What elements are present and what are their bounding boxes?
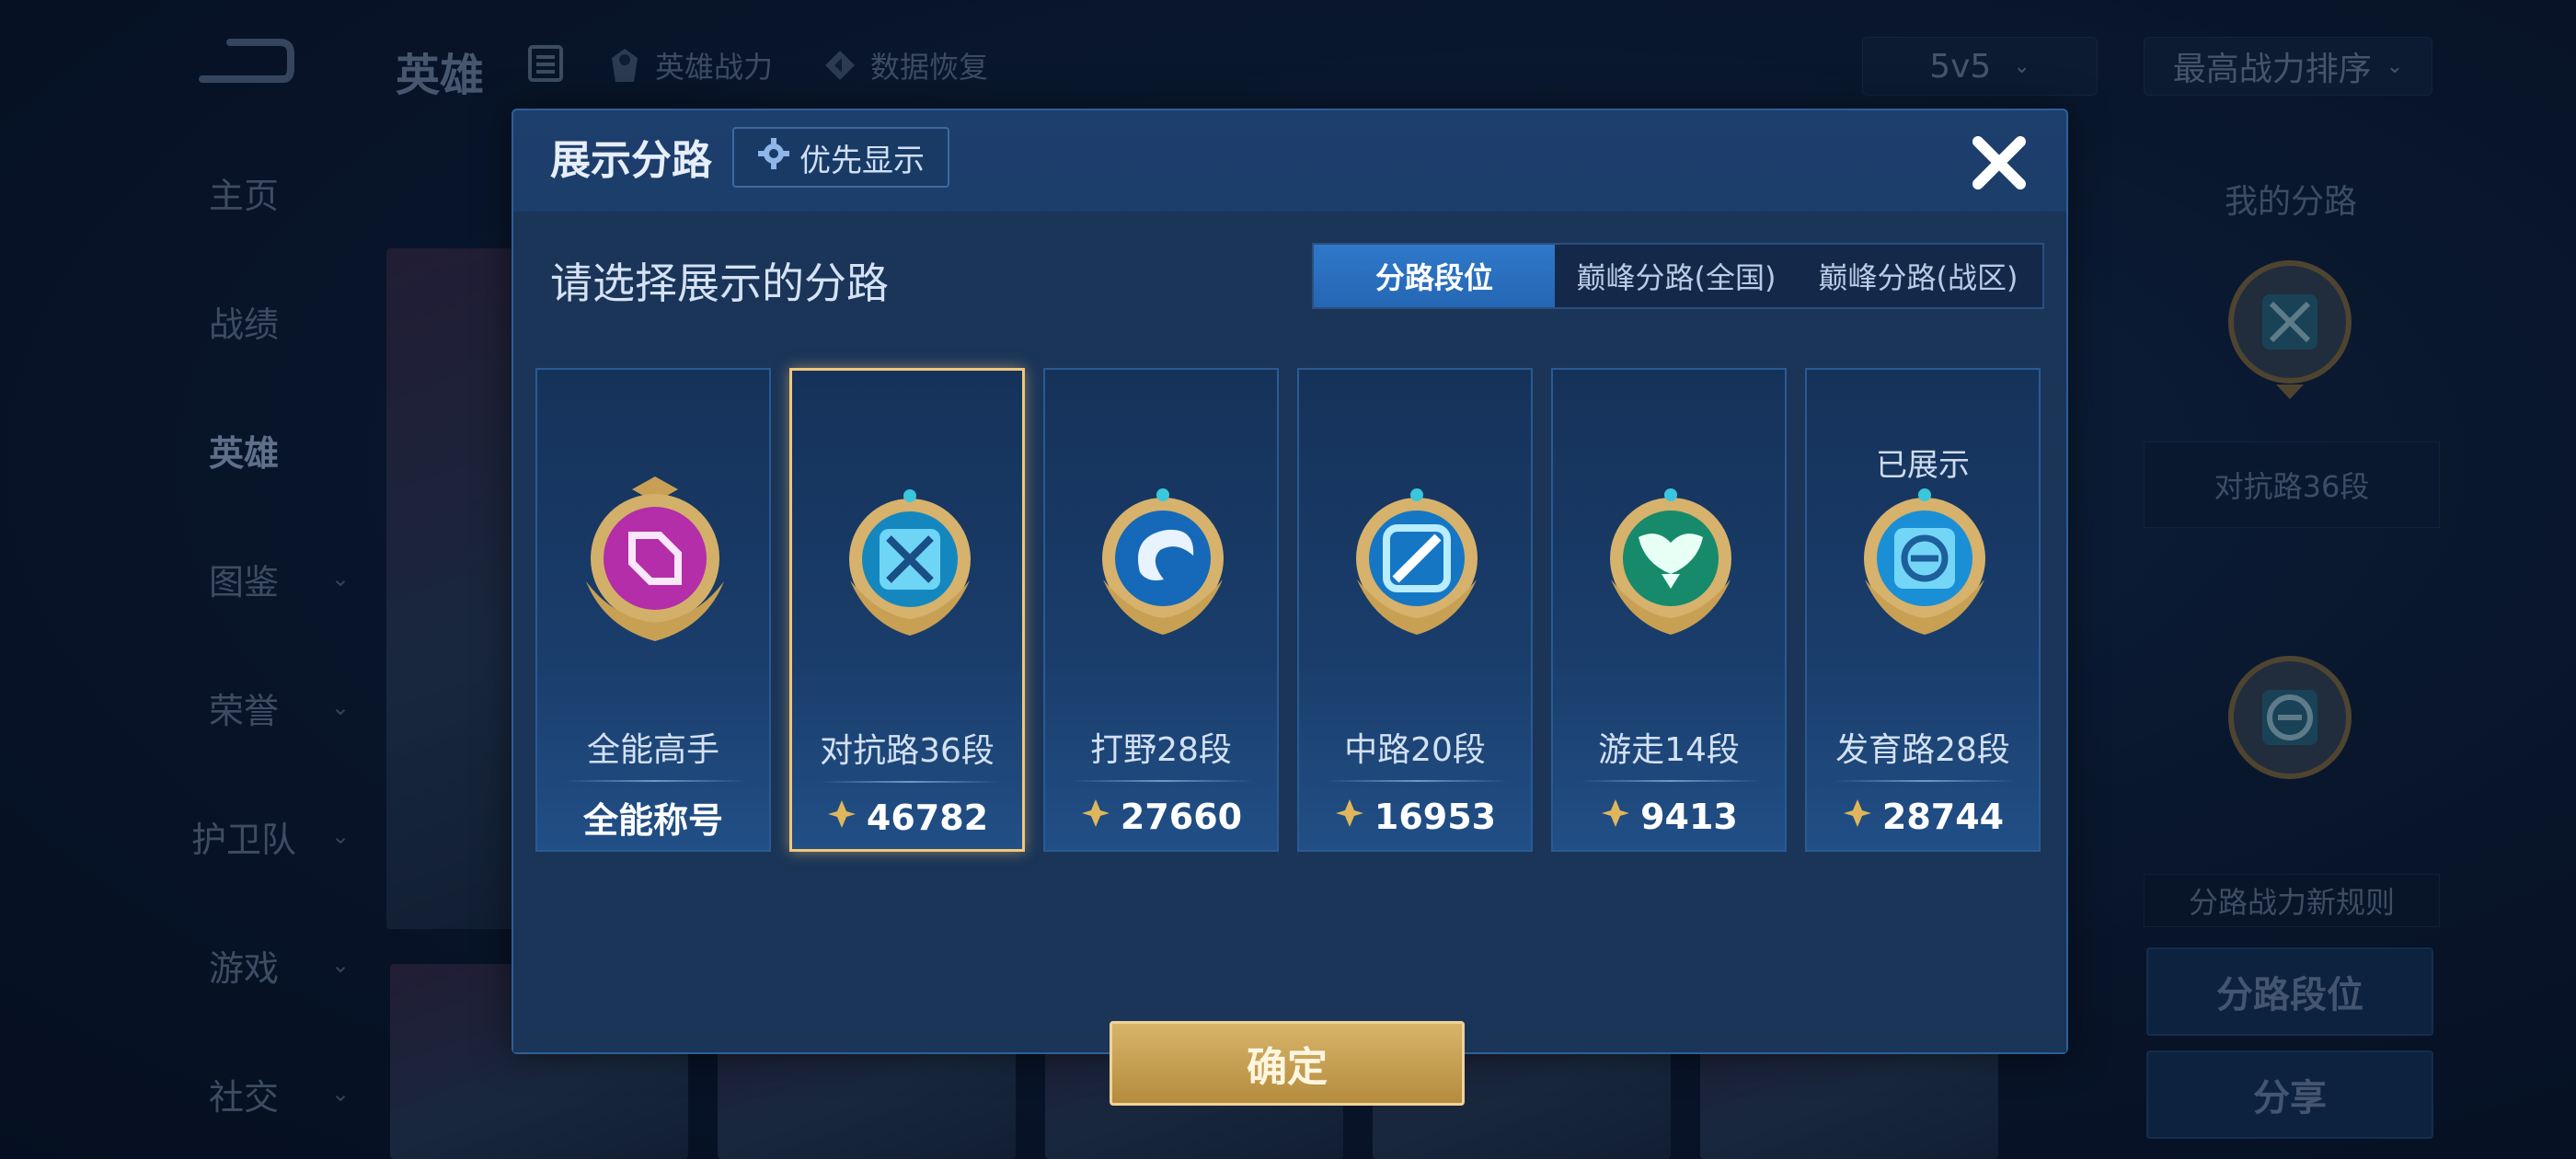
divider bbox=[820, 781, 1000, 783]
lane-card-value: 46782 bbox=[792, 790, 1022, 845]
lane-card-name: 发育路28段 bbox=[1835, 731, 2010, 769]
gear-icon bbox=[757, 137, 790, 178]
divider bbox=[1581, 780, 1761, 782]
farm-lane-emblem-icon bbox=[1837, 471, 2012, 655]
dialog-subtitle: 请选择展示的分路 bbox=[550, 258, 889, 308]
power-icon bbox=[1842, 797, 1873, 837]
dialog-title: 展示分路 bbox=[550, 137, 712, 184]
all-round-emblem-icon bbox=[568, 471, 742, 655]
jungle-emblem-icon bbox=[1075, 471, 1250, 655]
lane-card-name: 游走14段 bbox=[1598, 731, 1740, 769]
close-icon bbox=[1972, 136, 2026, 189]
divider bbox=[1327, 780, 1507, 782]
lane-card-value-text: 27660 bbox=[1120, 797, 1243, 837]
divider bbox=[1073, 780, 1253, 782]
clash-lane-emblem-icon bbox=[822, 472, 997, 656]
lane-card-value: 16953 bbox=[1299, 789, 1531, 844]
lane-card-roam[interactable]: 游走14段 9413 bbox=[1551, 368, 1787, 852]
divider bbox=[565, 780, 745, 782]
tab-peak-lane-national[interactable]: 巅峰分路(全国) bbox=[1555, 245, 1798, 307]
lane-card-value: 28744 bbox=[1807, 789, 2039, 844]
dialog-body: 请选择展示的分路 分路段位 巅峰分路(全国) 巅峰分路(战区) 全能高手 全能称… bbox=[513, 212, 2066, 1106]
lane-card-value-text: 46782 bbox=[866, 798, 989, 838]
power-icon bbox=[1600, 797, 1631, 837]
lane-card-value-text: 16953 bbox=[1374, 797, 1497, 837]
lane-card-name: 打野28段 bbox=[1090, 731, 1232, 769]
close-button[interactable] bbox=[1958, 121, 2041, 204]
lane-card-name: 对抗路36段 bbox=[820, 732, 995, 770]
lane-card-name: 全能高手 bbox=[586, 731, 719, 769]
lane-card-clash[interactable]: 对抗路36段 46782 bbox=[789, 368, 1025, 852]
lane-card-name: 中路20段 bbox=[1344, 731, 1486, 769]
priority-display-button[interactable]: 优先显示 bbox=[732, 127, 949, 188]
power-icon bbox=[1080, 797, 1111, 837]
lane-card-mid[interactable]: 中路20段 16953 bbox=[1297, 368, 1533, 852]
confirm-button[interactable]: 确定 bbox=[1110, 1021, 1465, 1106]
display-lane-dialog: 展示分路 优先显示 请选择展示的分路 分路段位 巅峰分路(全国) 巅峰分路(战区… bbox=[512, 109, 2068, 1106]
lane-card-value-text: 全能称号 bbox=[582, 799, 723, 841]
priority-display-label: 优先显示 bbox=[799, 142, 925, 179]
lane-card-value: 全能称号 bbox=[537, 789, 769, 844]
power-icon bbox=[1334, 797, 1365, 837]
lane-card-farm[interactable]: 已展示 发育路28段 28744 bbox=[1805, 368, 2041, 852]
lane-card-list: 全能高手 全能称号 对抗路36段 46782 打野28段 27660 中路20段… bbox=[535, 368, 2044, 855]
tab-peak-lane-region[interactable]: 巅峰分路(战区) bbox=[1798, 245, 2039, 307]
lane-card-value: 27660 bbox=[1045, 789, 1277, 844]
divider bbox=[1834, 780, 2015, 782]
lane-card-value: 9413 bbox=[1553, 789, 1785, 844]
lane-card-jungle[interactable]: 打野28段 27660 bbox=[1043, 368, 1279, 852]
lane-card-value-text: 9413 bbox=[1640, 797, 1738, 837]
dialog-header: 展示分路 优先显示 bbox=[513, 110, 2066, 202]
power-icon bbox=[826, 798, 857, 838]
lane-card-value-text: 28744 bbox=[1881, 797, 2005, 837]
lane-type-tabs: 分路段位 巅峰分路(全国) 巅峰分路(战区) bbox=[1312, 243, 2044, 309]
mid-lane-emblem-icon bbox=[1329, 471, 1504, 655]
tab-lane-rank[interactable]: 分路段位 bbox=[1314, 245, 1555, 307]
roam-emblem-icon bbox=[1583, 471, 1758, 655]
lane-card-all-round[interactable]: 全能高手 全能称号 bbox=[535, 368, 771, 852]
